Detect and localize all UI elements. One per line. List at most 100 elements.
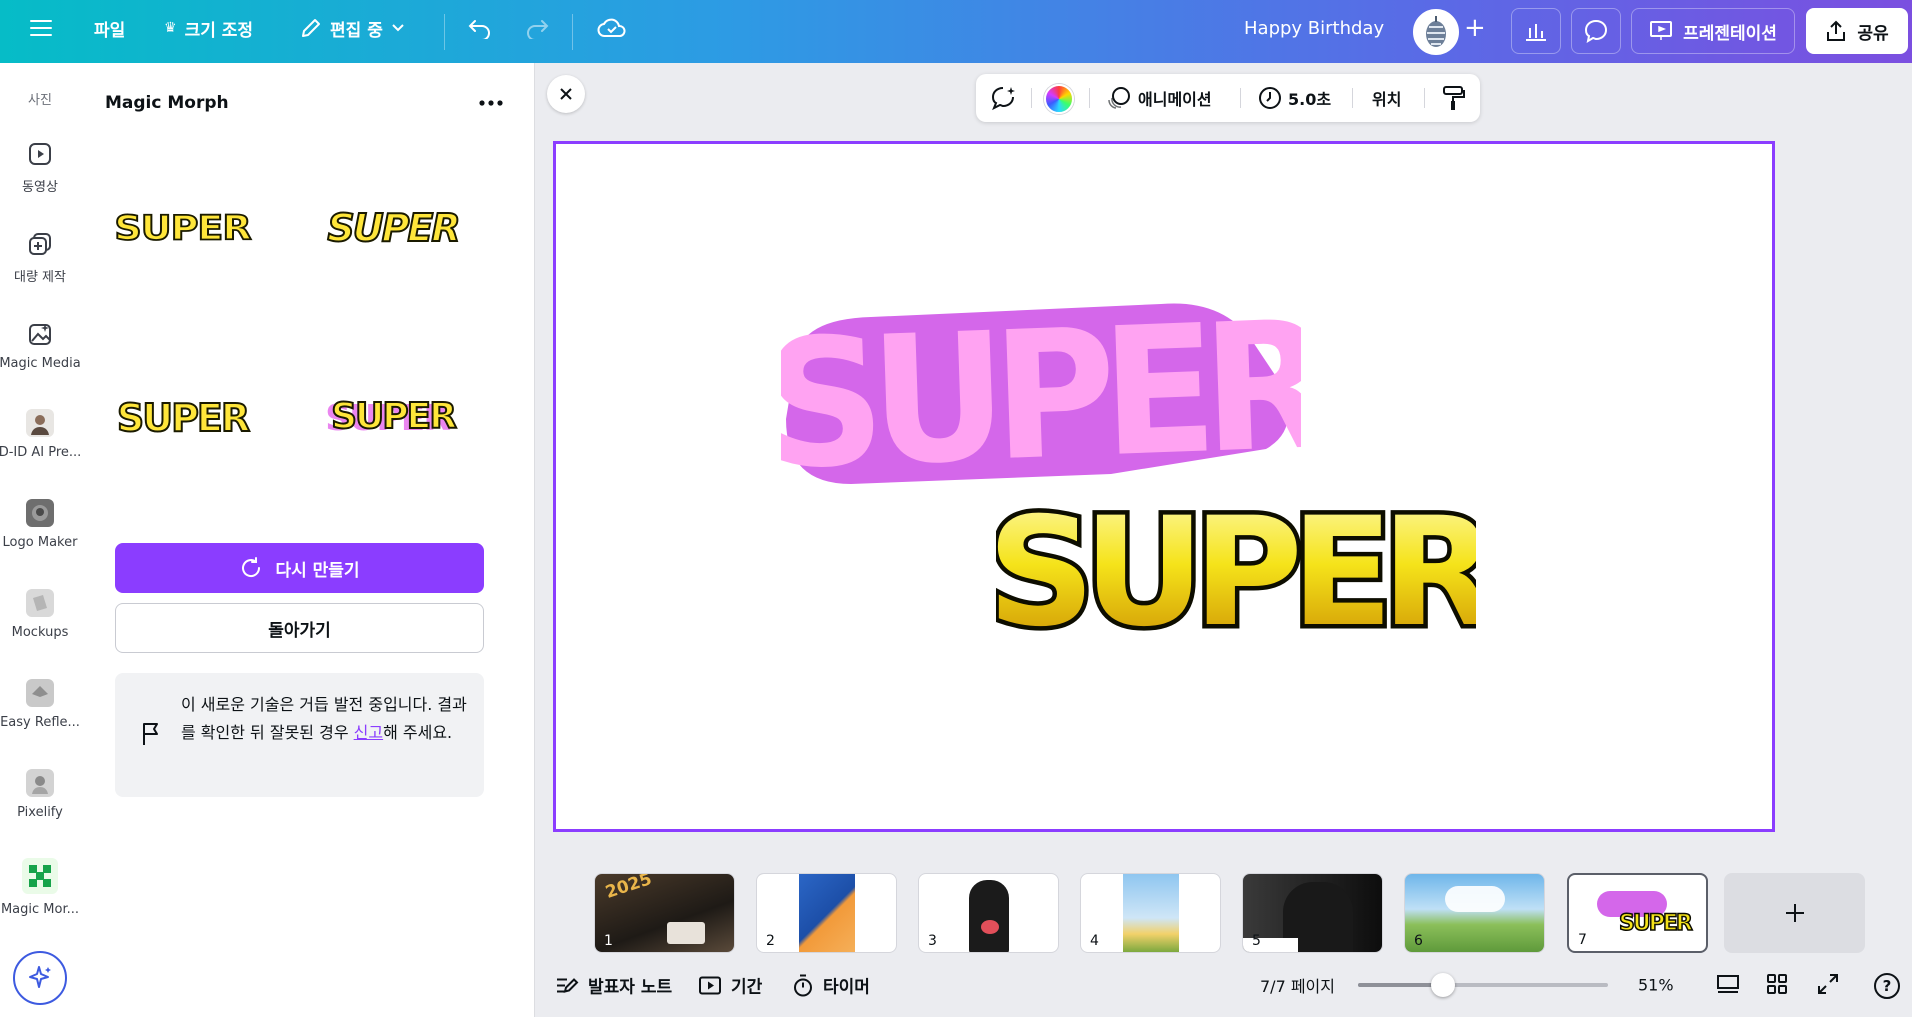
rail-item-label: 동영상 bbox=[22, 180, 58, 195]
page-thumbnail[interactable]: 4 bbox=[1080, 873, 1221, 953]
save-status-button[interactable] bbox=[597, 8, 627, 48]
rail-item-pixelify[interactable]: Pixelify bbox=[0, 769, 80, 820]
rail-item-logo-maker[interactable]: Logo Maker bbox=[0, 499, 80, 550]
redo-icon bbox=[527, 20, 549, 39]
insights-button[interactable] bbox=[1511, 8, 1561, 54]
rail-item-bulk-create[interactable]: 대량 제작 bbox=[0, 230, 80, 285]
animate-button[interactable]: 애니메이션 bbox=[1106, 82, 1212, 114]
rail-item-label: Magic Media bbox=[0, 356, 80, 371]
notice-text: 이 새로운 기술은 거듭 발전 중입니다. 결과를 확인한 뒤 잘못된 경우 신… bbox=[181, 691, 471, 747]
pink-super-graphic: SUPER bbox=[760, 282, 1333, 508]
file-menu-label: 파일 bbox=[94, 20, 126, 41]
comment-sparkle-icon bbox=[991, 87, 1015, 111]
timer-label: 타이머 bbox=[823, 977, 870, 998]
magic-morph-panel: Magic Morph SUPER SUPER SUPER SUPER 다시 만… bbox=[80, 63, 535, 1017]
color-picker-button[interactable] bbox=[1044, 84, 1074, 114]
position-button[interactable]: 위치 bbox=[1372, 82, 1401, 114]
page-view-button[interactable] bbox=[1716, 973, 1744, 997]
regenerate-button[interactable]: 다시 만들기 bbox=[115, 543, 484, 593]
help-button[interactable]: ? bbox=[1874, 973, 1900, 999]
rail-item-magic-morph[interactable]: Magic Mor... bbox=[0, 858, 80, 917]
rail-item-mockups[interactable]: Mockups bbox=[0, 589, 80, 640]
back-button[interactable]: 돌아가기 bbox=[115, 603, 484, 653]
undo-icon bbox=[468, 20, 490, 39]
thumb-phone-photo bbox=[799, 874, 855, 952]
video-icon bbox=[26, 140, 54, 168]
notes-icon bbox=[557, 977, 579, 993]
page-thumbnail[interactable]: 2 bbox=[756, 873, 897, 953]
menu-button[interactable] bbox=[26, 8, 56, 48]
avatar[interactable] bbox=[1413, 9, 1459, 55]
rail-item-label: Pixelify bbox=[17, 805, 63, 820]
fullscreen-button[interactable] bbox=[1817, 973, 1845, 997]
plus-icon bbox=[1785, 904, 1804, 922]
resize-label: 크기 조정 bbox=[184, 20, 254, 41]
regenerate-label: 다시 만들기 bbox=[275, 560, 360, 581]
back-label: 돌아가기 bbox=[268, 620, 331, 641]
rail-item-magic-media[interactable]: Magic Media bbox=[0, 320, 80, 371]
zoom-level[interactable]: 51% bbox=[1638, 976, 1674, 995]
magic-edit-button[interactable] bbox=[986, 82, 1020, 114]
expand-icon bbox=[1818, 974, 1838, 994]
page-thumbnail[interactable]: 2025 1 bbox=[594, 873, 735, 953]
morph-result-1[interactable]: SUPER bbox=[110, 203, 255, 253]
rail-item-easy-reflections[interactable]: Easy Refle... bbox=[0, 679, 80, 730]
page-thumbnail[interactable]: 5 bbox=[1242, 873, 1383, 953]
edit-mode-dropdown[interactable]: 편집 중 bbox=[300, 8, 405, 48]
add-collaborator-button[interactable]: + bbox=[1464, 8, 1486, 48]
report-link[interactable]: 신고 bbox=[354, 723, 383, 742]
thumb-number: 5 bbox=[1252, 933, 1261, 949]
presenter-avatar-icon bbox=[26, 409, 54, 437]
file-menu[interactable]: 파일 bbox=[94, 8, 125, 48]
design-page[interactable]: SUPER SUPER bbox=[553, 141, 1775, 832]
duration-label: 5.0초 bbox=[1288, 90, 1332, 109]
text-element-pink[interactable]: SUPER bbox=[760, 282, 1333, 508]
page-thumbnail[interactable]: 6 bbox=[1404, 873, 1545, 953]
magic-assistant-button[interactable] bbox=[13, 951, 67, 1005]
rail-item-d-id[interactable]: D-ID AI Pre... bbox=[0, 409, 80, 460]
add-page-button[interactable] bbox=[1724, 873, 1865, 953]
page-view-icon bbox=[1717, 975, 1739, 993]
play-box-icon bbox=[699, 976, 721, 994]
copy-style-button[interactable] bbox=[1436, 82, 1470, 114]
rail-item-label: Easy Refle... bbox=[0, 715, 80, 730]
zoom-level-text: 51% bbox=[1638, 975, 1674, 995]
redo-button[interactable] bbox=[524, 8, 550, 48]
present-button[interactable]: 프레젠테이션 bbox=[1631, 8, 1795, 54]
text-element-gold[interactable]: SUPER bbox=[983, 474, 1511, 665]
duration-toggle[interactable]: 기간 bbox=[698, 973, 762, 998]
morph-result-4[interactable]: SUPER bbox=[318, 391, 468, 441]
plus-icon: + bbox=[1464, 13, 1486, 43]
zoom-slider[interactable] bbox=[1358, 973, 1608, 997]
rail-item-photos[interactable]: 사진 bbox=[0, 89, 80, 108]
thumb-person-photo bbox=[969, 880, 1009, 952]
more-options-button[interactable] bbox=[475, 88, 507, 118]
duration-button[interactable]: 5.0초 bbox=[1258, 82, 1331, 114]
close-panel-button[interactable] bbox=[547, 75, 585, 113]
divider bbox=[444, 14, 445, 50]
app-rail: 사진 동영상 대량 제작 Magic Media D-ID AI Pre... … bbox=[0, 63, 80, 1017]
doc-title[interactable]: Happy Birthday bbox=[1244, 8, 1384, 48]
resize-button[interactable]: ♛ 크기 조정 bbox=[164, 8, 253, 48]
thumb-number: 2 bbox=[766, 933, 775, 949]
share-button[interactable]: 공유 bbox=[1806, 8, 1908, 54]
gold-super-text: SUPER bbox=[996, 486, 1476, 659]
duration-toggle-label: 기간 bbox=[731, 977, 763, 998]
morph-result-3[interactable]: SUPER bbox=[110, 393, 255, 443]
notes-button[interactable]: 발표자 노트 bbox=[555, 973, 672, 998]
rail-item-videos[interactable]: 동영상 bbox=[0, 140, 80, 195]
page-indicator[interactable]: 7/7 페이지 bbox=[1260, 973, 1335, 997]
thumb-number: 3 bbox=[928, 933, 937, 949]
grid-view-button[interactable] bbox=[1766, 973, 1794, 997]
undo-button[interactable] bbox=[467, 8, 493, 48]
timer-button[interactable]: 타이머 bbox=[792, 973, 870, 998]
morph-result-2[interactable]: SUPER bbox=[318, 203, 468, 253]
page-thumbnail[interactable]: 3 bbox=[918, 873, 1059, 953]
rail-item-label: 대량 제작 bbox=[14, 270, 66, 285]
logo-maker-icon bbox=[26, 499, 54, 527]
animation-label: 애니메이션 bbox=[1138, 90, 1212, 109]
pink-super-text: SUPER bbox=[781, 299, 1301, 489]
divider bbox=[1424, 88, 1425, 108]
comments-button[interactable] bbox=[1571, 8, 1621, 54]
page-thumbnail-selected[interactable]: SUPER 7 bbox=[1567, 873, 1708, 953]
